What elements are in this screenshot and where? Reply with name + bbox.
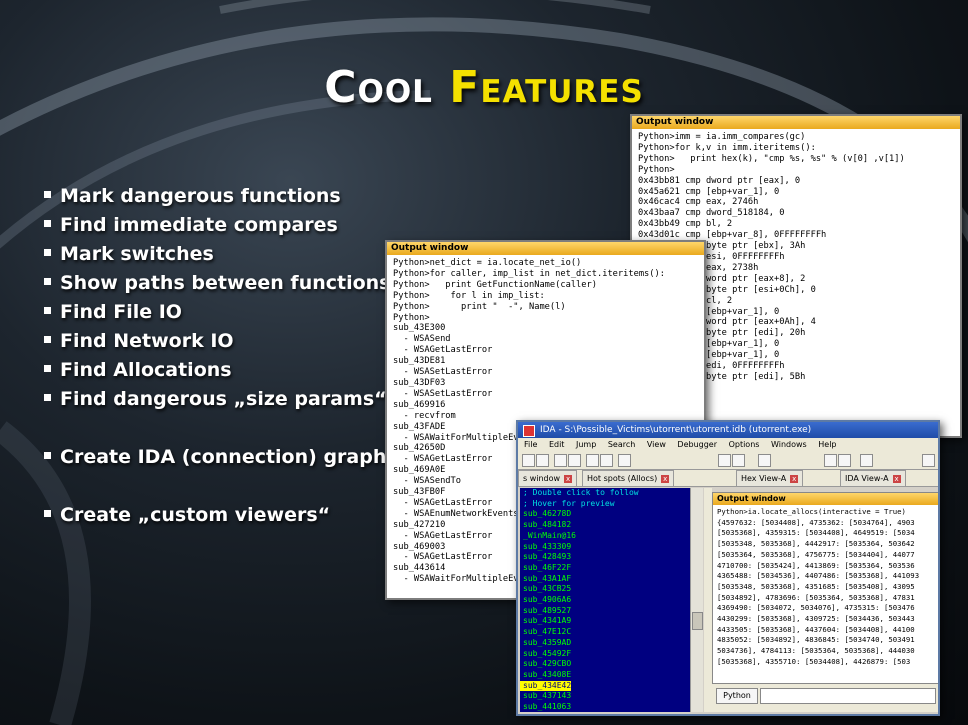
- output-window-title: Output window: [387, 242, 704, 255]
- output-window-title: Output window: [632, 116, 960, 129]
- toolbar-back-icon[interactable]: [554, 454, 567, 467]
- list-item[interactable]: sub_46F22F: [520, 563, 690, 574]
- list-item[interactable]: sub_43408E: [520, 670, 690, 681]
- list-item: Create „custom viewers“: [44, 501, 398, 530]
- list-item[interactable]: sub_433309: [520, 542, 690, 553]
- output-window-text: Python>ia.locate_allocs(interactive = Tr…: [717, 507, 920, 666]
- bullet-square-icon: [44, 191, 51, 198]
- ida-menu-bar: File Edit Jump Search View Debugger Opti…: [518, 438, 938, 451]
- menu-view[interactable]: View: [647, 440, 666, 449]
- toolbar-grid-icon[interactable]: [922, 454, 935, 467]
- bullet-square-icon: [44, 220, 51, 227]
- menu-search[interactable]: Search: [608, 440, 635, 449]
- menu-edit[interactable]: Edit: [549, 440, 565, 449]
- list-item: Find Network IO: [44, 327, 398, 356]
- function-list-pane[interactable]: ; Double click to follow ; Hover for pre…: [520, 488, 690, 712]
- list-item[interactable]: _WinMain@16: [520, 531, 690, 542]
- menu-debugger[interactable]: Debugger: [677, 440, 717, 449]
- toolbar-help-icon[interactable]: [758, 454, 771, 467]
- list-item: ; Double click to follow: [523, 488, 639, 497]
- menu-help[interactable]: Help: [818, 440, 836, 449]
- close-icon[interactable]: x: [564, 475, 573, 483]
- feature-list: Mark dangerous functions Find immediate …: [44, 182, 398, 530]
- list-item: Find immediate compares: [44, 211, 398, 240]
- menu-windows[interactable]: Windows: [771, 440, 807, 449]
- ida-toolbar: [518, 451, 938, 470]
- bullet-square-icon: [44, 249, 51, 256]
- tab-hex-view[interactable]: Hex View-A x: [736, 470, 804, 486]
- tab-ida-view[interactable]: IDA View-A x: [840, 470, 906, 486]
- list-spacer: [44, 472, 398, 501]
- list-item[interactable]: sub_4906A6: [520, 595, 690, 606]
- function-list-scrollbar[interactable]: [690, 488, 703, 712]
- tab-functions-window[interactable]: s window x: [518, 470, 578, 486]
- ida-tab-bar: s window x Hot spots (Allocs) x Hex View-A…: [518, 470, 938, 487]
- bullet-square-icon: [44, 307, 51, 314]
- list-item[interactable]: sub_4341A9: [520, 616, 690, 627]
- bullet-square-icon: [44, 278, 51, 285]
- list-item[interactable]: sub_437143: [520, 691, 690, 702]
- ida-window: IDA - S:\Possible_Victims\utorrent\utorr…: [516, 420, 940, 716]
- list-item[interactable]: sub_484182: [520, 520, 690, 531]
- python-button[interactable]: Python: [716, 688, 758, 704]
- list-item: Find dangerous „size params“: [44, 385, 398, 414]
- toolbar-debug-icon[interactable]: [718, 454, 731, 467]
- toolbar-save-icon[interactable]: [536, 454, 549, 467]
- toolbar-arrow-icon[interactable]: [860, 454, 873, 467]
- scrollbar-thumb[interactable]: [692, 612, 703, 630]
- list-spacer: [44, 414, 398, 443]
- ida-title-bar: IDA - S:\Possible_Victims\utorrent\utorr…: [518, 422, 938, 438]
- list-item: Mark switches: [44, 240, 398, 269]
- list-item[interactable]: sub_428493: [520, 552, 690, 563]
- list-item: Find File IO: [44, 298, 398, 327]
- ida-window-title: IDA - S:\Possible_Victims\utorrent\utorr…: [540, 425, 812, 435]
- output-window-title: Output window: [713, 493, 938, 505]
- list-item[interactable]: sub_46278D: [520, 509, 690, 520]
- list-item: Show paths between functions: [44, 269, 398, 298]
- list-item: ; Hover for preview: [523, 498, 615, 508]
- toolbar-stop-icon[interactable]: [824, 454, 837, 467]
- bullet-square-icon: [44, 336, 51, 343]
- list-item[interactable]: sub_489527: [520, 606, 690, 617]
- toolbar-jump-icon[interactable]: [586, 454, 599, 467]
- toolbar-open-icon[interactable]: [522, 454, 535, 467]
- toolbar-graph-icon[interactable]: [600, 454, 613, 467]
- close-icon[interactable]: x: [790, 475, 799, 483]
- menu-options[interactable]: Options: [729, 440, 760, 449]
- toolbar-text-icon[interactable]: [618, 454, 631, 467]
- close-icon[interactable]: x: [892, 475, 901, 483]
- list-item[interactable]: sub_47E12C: [520, 627, 690, 638]
- title-word-cool: Cool: [324, 62, 433, 113]
- ida-side-gutter: [704, 488, 712, 712]
- list-item[interactable]: sub_43A1AF: [520, 574, 690, 585]
- python-command-input[interactable]: [760, 688, 936, 704]
- slide-title: Cool Features: [0, 62, 968, 113]
- python-command-row: Python: [712, 684, 938, 712]
- toolbar-run-icon[interactable]: [732, 454, 745, 467]
- toolbar-forward-icon[interactable]: [568, 454, 581, 467]
- toolbar-check-icon[interactable]: [838, 454, 851, 467]
- menu-jump[interactable]: Jump: [576, 440, 596, 449]
- list-item[interactable]: sub_4359AD: [520, 638, 690, 649]
- bullet-square-icon: [44, 394, 51, 401]
- list-item[interactable]: sub_45492F: [520, 649, 690, 660]
- menu-file[interactable]: File: [524, 440, 537, 449]
- bullet-square-icon: [44, 452, 51, 459]
- list-item: Find Allocations: [44, 356, 398, 385]
- list-item[interactable]: sub_43CB25: [520, 584, 690, 595]
- list-item[interactable]: sub_429CBO: [520, 659, 690, 670]
- list-item: Mark dangerous functions: [44, 182, 398, 211]
- list-item: Create IDA (connection) graphs: [44, 443, 398, 472]
- bullet-square-icon: [44, 365, 51, 372]
- close-icon[interactable]: x: [661, 475, 670, 483]
- title-word-features: Features: [449, 62, 644, 113]
- list-item[interactable]: sub_441063: [520, 702, 690, 712]
- tab-hot-spots[interactable]: Hot spots (Allocs) x: [582, 470, 675, 486]
- bullet-square-icon: [44, 510, 51, 517]
- ida-output-window: Output window Python>ia.locate_allocs(in…: [712, 492, 938, 684]
- ida-app-icon: [523, 425, 535, 437]
- list-item-selected[interactable]: sub_434E42: [520, 680, 571, 692]
